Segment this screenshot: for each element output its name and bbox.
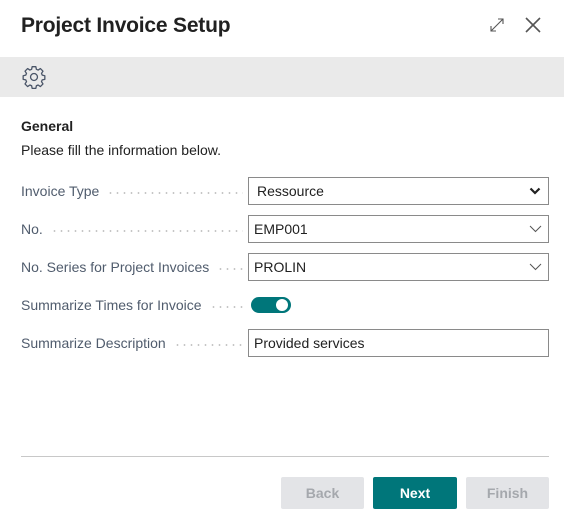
summarize-times-label: Summarize Times for Invoice <box>21 297 202 313</box>
label-leader-dots <box>107 191 243 194</box>
project-invoice-setup-dialog: Project Invoice Setup General Please fil… <box>0 0 564 511</box>
no-series-label: No. Series for Project Invoices <box>21 259 210 275</box>
field-no-series: No. Series for Project Invoices PROLIN <box>21 253 549 281</box>
field-invoice-type: Invoice Type Ressource <box>21 177 549 205</box>
action-bar <box>0 57 564 97</box>
label-leader-dots <box>209 305 243 308</box>
finish-button[interactable]: Finish <box>466 477 549 509</box>
dialog-title: Project Invoice Setup <box>21 14 231 37</box>
label-leader-dots <box>50 229 243 232</box>
no-series-value: PROLIN <box>254 259 307 275</box>
summarize-description-input[interactable]: Provided services <box>248 329 549 357</box>
summarize-description-value: Provided services <box>254 335 365 351</box>
general-group: General Please fill the information belo… <box>21 118 549 357</box>
back-button[interactable]: Back <box>281 477 364 509</box>
invoice-type-label: Invoice Type <box>21 183 100 199</box>
title-actions <box>486 16 544 38</box>
group-title-general: General <box>21 118 74 134</box>
expand-button[interactable] <box>486 16 508 38</box>
expand-icon <box>489 17 505 38</box>
summarize-description-label: Summarize Description <box>21 335 166 351</box>
chevron-down-icon[interactable] <box>522 263 548 271</box>
close-button[interactable] <box>522 16 544 38</box>
field-no: No. EMP001 <box>21 215 549 243</box>
dialog-footer: Back Next Finish <box>281 477 549 509</box>
label-leader-dots <box>173 343 243 346</box>
no-series-lookup-input[interactable]: PROLIN <box>248 253 549 281</box>
field-summarize-description: Summarize Description Provided services <box>21 329 549 357</box>
no-label: No. <box>21 221 43 237</box>
invoice-type-select[interactable]: Ressource <box>248 177 549 205</box>
summarize-times-toggle[interactable] <box>251 297 291 313</box>
no-value: EMP001 <box>254 221 308 237</box>
field-summarize-times: Summarize Times for Invoice <box>21 291 549 319</box>
chevron-down-icon <box>522 187 548 195</box>
no-lookup-input[interactable]: EMP001 <box>248 215 549 243</box>
invoice-type-value: Ressource <box>257 183 324 199</box>
chevron-down-icon[interactable] <box>522 225 548 233</box>
footer-divider <box>21 456 549 457</box>
next-button[interactable]: Next <box>373 477 457 509</box>
toggle-knob <box>276 299 288 311</box>
instructions-text: Please fill the information below. <box>21 142 221 158</box>
label-leader-dots <box>217 267 243 270</box>
gear-icon[interactable] <box>21 64 47 90</box>
close-icon <box>524 16 542 39</box>
